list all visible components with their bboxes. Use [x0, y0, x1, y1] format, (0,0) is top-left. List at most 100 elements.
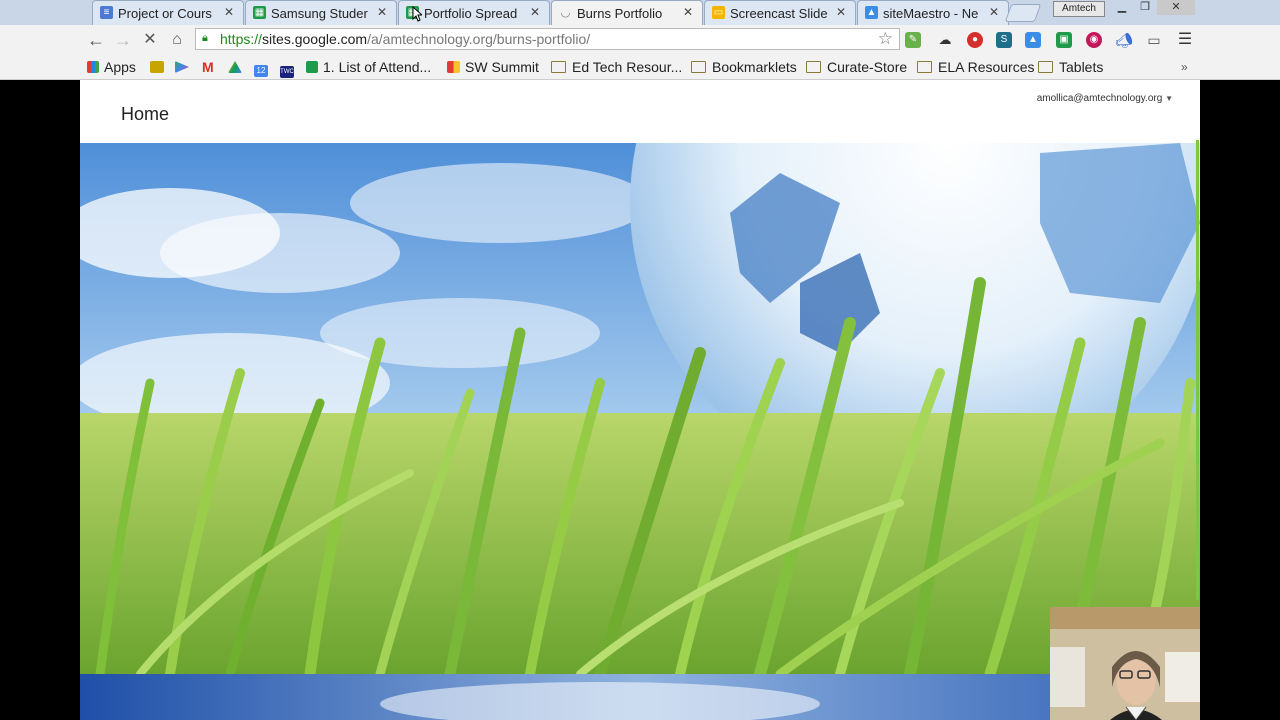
tab-sitemaestro[interactable]: ▲ siteMaestro - Ne ✕: [857, 0, 1009, 25]
extension-record-icon[interactable]: ●: [967, 32, 983, 48]
tab-title: Burns Portfolio: [577, 6, 663, 21]
bookmark-apps[interactable]: Apps: [87, 58, 136, 76]
url-text: https://sites.google.com/a/amtechnology.…: [220, 31, 590, 47]
bookmark-sw-summit[interactable]: SW Summit: [447, 58, 539, 76]
new-tab-button[interactable]: [1004, 4, 1042, 22]
sheets-icon: ▦: [253, 6, 266, 19]
gmail-icon: M: [202, 59, 214, 75]
loading-icon: ◡: [560, 5, 571, 19]
tab-title: Portfolio Spread: [424, 6, 518, 21]
extension-pen-icon[interactable]: ✎: [905, 32, 921, 48]
twc-icon: TWC: [280, 66, 294, 78]
cast-icon[interactable]: ▭: [1146, 32, 1162, 48]
page-title[interactable]: Home: [121, 104, 169, 125]
apps-grid-icon: [87, 61, 99, 73]
close-tab-icon[interactable]: ✕: [683, 5, 693, 19]
page-edge-accent: [1196, 140, 1199, 600]
mouse-cursor-icon: [412, 6, 422, 22]
extension-s-icon[interactable]: S: [996, 32, 1012, 48]
close-tab-icon[interactable]: ✕: [530, 5, 540, 19]
docs-icon: ≡: [100, 6, 113, 19]
bookmarks-bar: Apps M 12 TWC 1. List of Attend... SW Su…: [0, 55, 1280, 80]
calendar-icon: 12: [254, 65, 268, 77]
bookmark-icon-2[interactable]: [175, 58, 194, 76]
maximize-icon[interactable]: ❐: [1134, 0, 1156, 15]
account-email: amollica@amtechnology.org: [1036, 93, 1163, 104]
close-tab-icon[interactable]: ✕: [989, 5, 999, 19]
bookmark-gmail[interactable]: M: [202, 58, 214, 76]
drive-extension-icon[interactable]: ▲: [1025, 32, 1041, 48]
folder-icon: [691, 61, 706, 73]
bookmark-tablets[interactable]: Tablets: [1038, 58, 1103, 76]
close-tab-icon[interactable]: ✕: [836, 5, 846, 19]
folder-icon: [551, 61, 566, 73]
bookmark-label: Curate-Store: [827, 59, 908, 75]
url-path: /a/amtechnology.org/burns-portfolio/: [367, 31, 591, 47]
bookmark-label: Tablets: [1059, 59, 1104, 75]
home-icon[interactable]: ⌂: [165, 28, 189, 52]
tab-burns-portfolio[interactable]: ◡ Burns Portfolio ✕: [551, 0, 703, 25]
bookmark-label: Bookmarklets: [712, 59, 797, 75]
lock-icon: 🔒︎: [202, 32, 208, 44]
bookmark-label: Apps: [104, 59, 136, 75]
play-store-icon: [175, 61, 189, 73]
presenter-video: [1050, 607, 1200, 720]
bookmark-drive[interactable]: [228, 58, 247, 76]
tab-screencast-slides[interactable]: ▭ Screencast Slide ✕: [704, 0, 856, 25]
bookmark-label: 1. List of Attend...: [323, 59, 432, 75]
drive-icon: ▲: [865, 6, 878, 19]
url-host: sites.google.com: [262, 31, 368, 47]
stop-icon[interactable]: ✕: [138, 28, 162, 52]
hero-banner-image: [80, 143, 1200, 674]
bookmark-curate-store[interactable]: Curate-Store: [806, 58, 907, 76]
webcam-overlay: [1050, 607, 1200, 720]
tab-title: siteMaestro - Ne: [883, 6, 979, 21]
bookmark-icon-1[interactable]: [150, 58, 169, 76]
megaphone-icon[interactable]: 📣︎: [1115, 32, 1133, 48]
minimize-icon[interactable]: ▁: [1111, 0, 1133, 15]
profile-button[interactable]: Amtech: [1053, 1, 1105, 17]
bookmark-ela-resources[interactable]: ELA Resources: [917, 58, 1035, 76]
bookmark-bookmarklets[interactable]: Bookmarklets: [691, 58, 797, 76]
bookmark-star-icon[interactable]: ☆: [878, 29, 893, 49]
bookmark-ed-tech-resources[interactable]: Ed Tech Resour...: [551, 58, 682, 76]
chevron-down-icon: ▼: [1165, 94, 1173, 103]
sky-banner-illustration: [80, 674, 1200, 720]
browser-toolbar: ← → ✕ ⌂ 🔒︎ https://sites.google.com/a/am…: [0, 25, 1280, 55]
cloud-icon[interactable]: ☁: [937, 32, 953, 48]
back-icon[interactable]: ←: [84, 28, 108, 52]
bookmark-twc[interactable]: TWC: [280, 58, 299, 78]
slides-icon: ▭: [712, 6, 725, 19]
tab-title: Screencast Slide: [730, 6, 828, 21]
tab-project-or-course[interactable]: ≡ Project or Cours ✕: [92, 0, 244, 25]
classroom-extension-icon[interactable]: ▣: [1056, 32, 1072, 48]
grass-globe-illustration: [80, 143, 1200, 674]
close-window-icon[interactable]: ✕: [1157, 0, 1195, 15]
bookmark-label: Ed Tech Resour...: [572, 59, 683, 75]
bookmark-label: ELA Resources: [938, 59, 1035, 75]
bookmark-label: SW Summit: [465, 59, 539, 75]
menu-icon[interactable]: ☰: [1177, 32, 1193, 48]
close-tab-icon[interactable]: ✕: [377, 5, 387, 19]
more-bookmarks-icon[interactable]: »: [1181, 58, 1188, 76]
sheets-icon: [306, 61, 318, 73]
forward-icon[interactable]: →: [111, 28, 135, 52]
tab-samsung-student[interactable]: ▦ Samsung Studer ✕: [245, 0, 397, 25]
close-tab-icon[interactable]: ✕: [224, 5, 234, 19]
tab-title: Project or Cours: [118, 6, 212, 21]
drive-bookmark-icon: [228, 61, 242, 73]
folder-icon: [917, 61, 932, 73]
tab-title: Samsung Studer: [271, 6, 368, 21]
account-menu[interactable]: amollica@amtechnology.org ▼: [1037, 93, 1173, 104]
folder-icon: [806, 61, 821, 73]
web-page: Home amollica@amtechnology.org ▼: [80, 80, 1200, 720]
extension-circle-icon[interactable]: ◉: [1086, 32, 1102, 48]
tab-strip: ≡ Project or Cours ✕ ▦ Samsung Studer ✕ …: [0, 0, 1280, 25]
bookmark-calendar[interactable]: 12: [254, 58, 273, 77]
sw-summit-icon: [447, 61, 460, 73]
url-scheme: https://: [220, 31, 263, 47]
bookmark-list-of-attendees[interactable]: 1. List of Attend...: [306, 58, 431, 76]
folder-icon: [1038, 61, 1053, 73]
classroom-bookmark-icon: [150, 61, 164, 73]
address-bar[interactable]: 🔒︎ https://sites.google.com/a/amtechnolo…: [195, 28, 900, 50]
